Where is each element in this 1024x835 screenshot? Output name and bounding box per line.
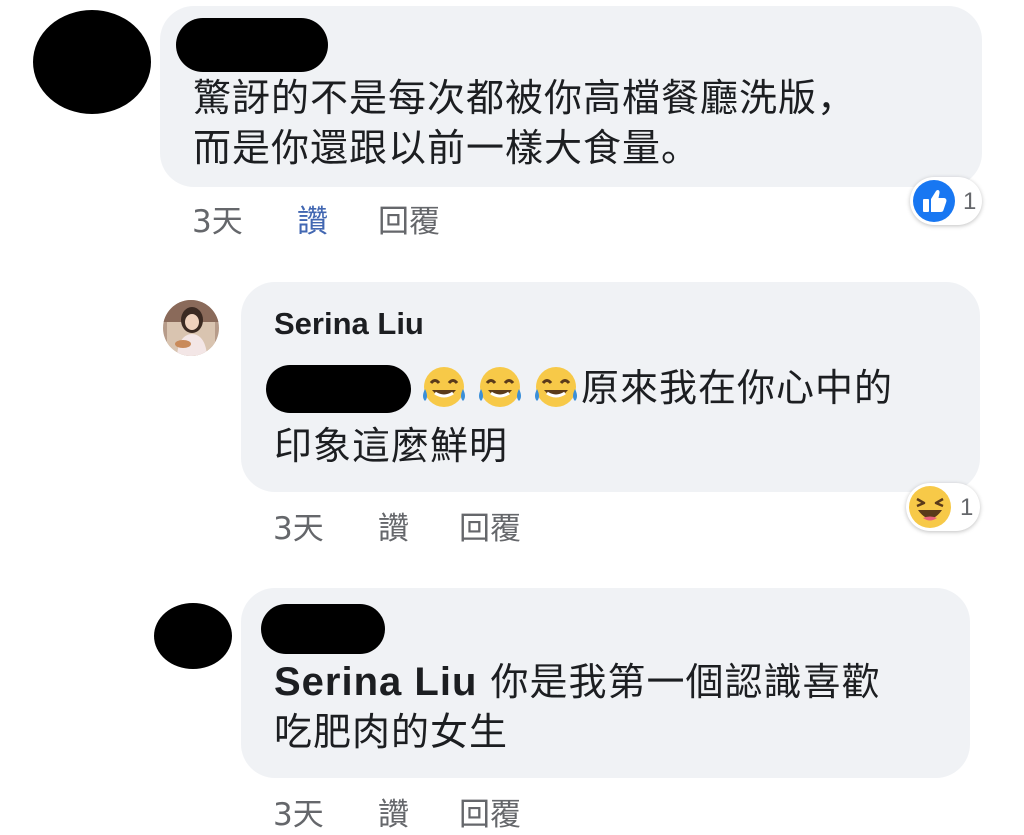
redacted-avatar [154,603,232,669]
like-button[interactable]: 讚 [378,789,409,834]
profile-photo-icon [163,300,219,356]
comment-bubble: 驚訝的不是每次都被你高檔餐廳洗版， 而是你還跟以前一樣大食量。 [160,6,982,187]
comment-text-line: 吃肥肉的女生 [274,710,509,754]
tears-of-joy-emoji-icon [423,366,465,407]
comment-text-line: 驚訝的不是每次都被你高檔餐廳洗版， [193,76,857,120]
comment-time: 3天 [273,797,324,833]
comment-actions: 3天 讚 回覆 [192,196,492,240]
comment-text-line: Serina Liu 你是我第一個認識喜歡 [274,656,880,708]
thumbs-up-reaction-icon [913,180,955,222]
comment-time: 3天 [192,204,243,240]
reaction-count: 1 [963,188,977,215]
comment-actions: 3天 讚 回覆 [273,789,573,833]
redacted-avatar [33,10,151,114]
mention-tag[interactable]: Serina Liu [274,660,477,704]
like-button[interactable]: 讚 [378,503,409,548]
author-name[interactable]: Serina Liu [274,306,424,342]
reaction-count-badge[interactable]: 1 [906,483,980,531]
comment-bubble: Serina Liu 你是我第一個認識喜歡 吃肥肉的女生 [241,588,970,778]
like-button[interactable]: 讚 [297,196,328,241]
redacted-mention[interactable] [266,365,411,413]
avatar[interactable] [163,300,219,356]
comment-text-line: 而是你還跟以前一樣大食量。 [193,126,701,170]
reaction-count: 1 [960,494,974,521]
reply-button[interactable]: 回覆 [378,196,440,241]
redacted-author-name[interactable] [176,18,328,72]
comment-text-line: 印象這麼鮮明 [274,424,509,468]
tears-of-joy-emoji-icon [479,366,521,407]
comment-text: 原來我在你心中的 [581,366,894,410]
comment-bubble: Serina Liu 原來我在你心中的 印象這麼鮮明 [241,282,980,492]
comment-text-line: 原來我在你心中的 [419,362,893,414]
redacted-author-name[interactable] [261,604,385,654]
tears-of-joy-emoji-icon [535,366,577,407]
comment-time: 3天 [273,511,324,547]
reply-button[interactable]: 回覆 [459,503,521,548]
haha-reaction-icon [909,486,951,528]
reply-button[interactable]: 回覆 [459,789,521,834]
comment-text: 你是我第一個認識喜歡 [477,660,881,704]
reaction-count-badge[interactable]: 1 [910,177,982,225]
comment-actions: 3天 讚 回覆 [273,503,573,547]
